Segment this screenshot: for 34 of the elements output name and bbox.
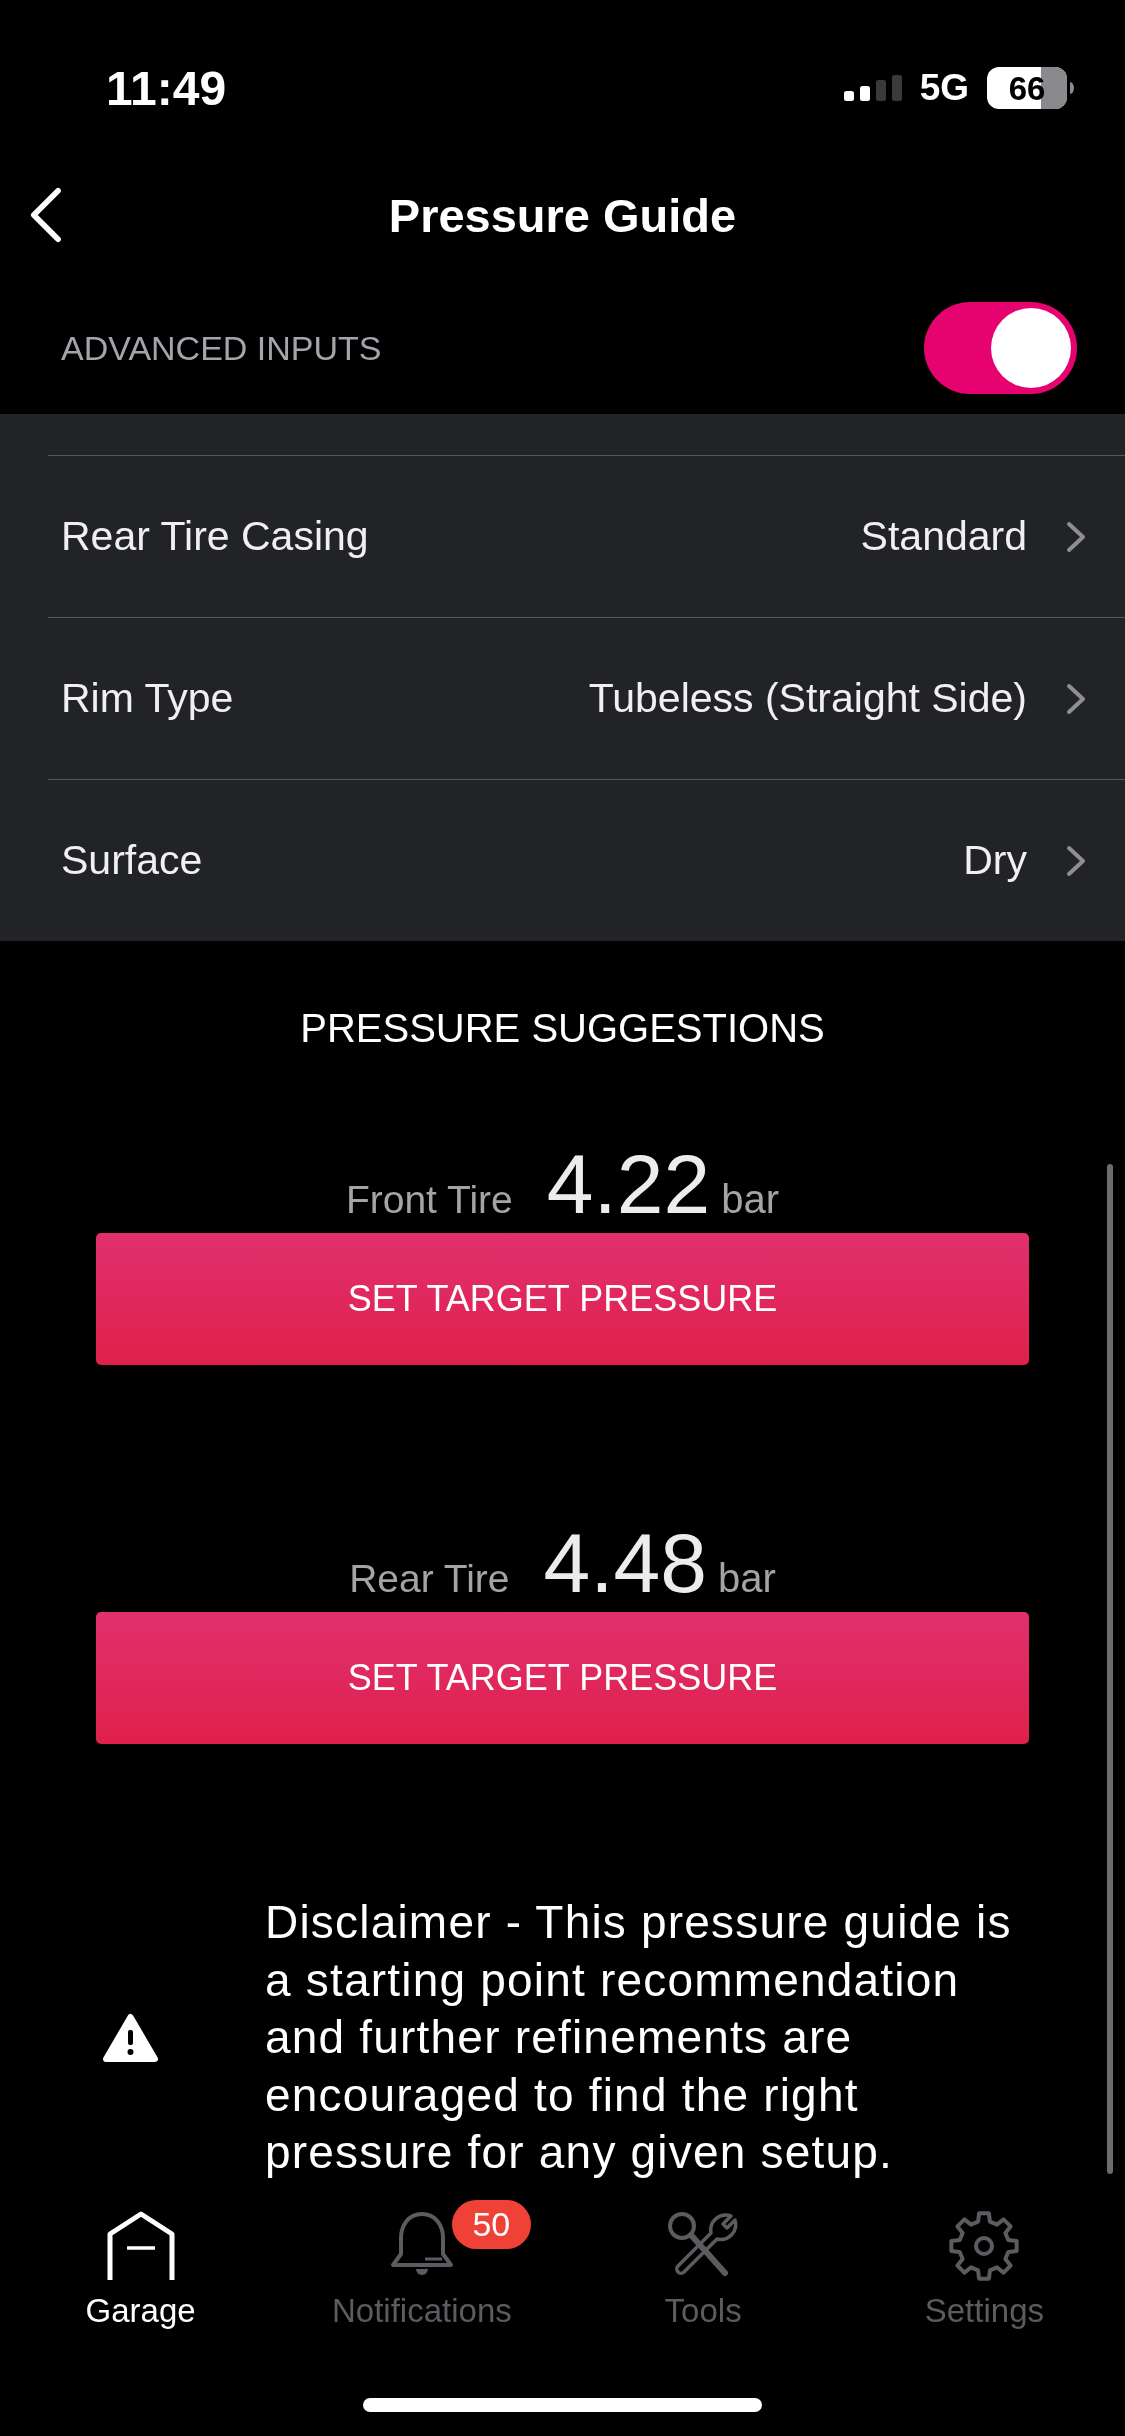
settings-icon[interactable] (948, 2210, 1021, 2282)
network-type: 5G (919, 67, 969, 109)
pressure-value: 4.22 (546, 1142, 711, 1226)
battery-percent: 66 (1008, 70, 1046, 107)
status-time: 11:49 (106, 60, 227, 116)
battery-icon (987, 67, 1074, 109)
setting-value[interactable]: Tubeless (Straight Side) (588, 675, 1027, 722)
chevron-right-icon[interactable] (1066, 844, 1086, 877)
pressure-unit: bar (718, 1556, 776, 1601)
setting-label: Surface (61, 837, 203, 884)
page-title: Pressure Guide (388, 187, 737, 243)
advanced-inputs-label: ADVANCED INPUTS (61, 328, 382, 368)
chevron-right-icon[interactable] (1066, 520, 1086, 553)
disclaimer-text: Disclaimer - This pressure guide is a starting point recommendation and further refinements are encouraged to find the right pressure for any given setup. (265, 1895, 1013, 2180)
chevron-left-icon[interactable] (28, 187, 62, 243)
setting-value[interactable]: Standard (860, 513, 1027, 560)
section-title: PRESSURE SUGGESTIONS (300, 1005, 825, 1052)
pressure-value: 4.48 (543, 1521, 708, 1605)
setting-value[interactable]: Dry (963, 837, 1027, 884)
tab-item[interactable]: 50 Notifications (281, 2195, 563, 2331)
tab-item[interactable]: Garage (0, 2195, 282, 2331)
signal-icon (843, 75, 902, 101)
set-target-button[interactable]: SET TARGET PRESSURE (96, 1233, 1029, 1365)
chevron-right-icon[interactable] (1066, 682, 1086, 715)
setting-label: Rim Type (61, 675, 234, 722)
set-target-button[interactable]: SET TARGET PRESSURE (96, 1612, 1029, 1744)
pressure-unit: bar (721, 1177, 780, 1222)
tire-label: Rear Tire (349, 1557, 510, 1601)
tab-item[interactable]: Settings (843, 2195, 1125, 2331)
warning-icon (102, 2012, 159, 2063)
tire-label: Front Tire (345, 1178, 513, 1222)
notification-badge: 50 (451, 2200, 531, 2249)
tab-item[interactable]: Tools (562, 2195, 844, 2331)
setting-label: Rear Tire Casing (61, 513, 369, 560)
